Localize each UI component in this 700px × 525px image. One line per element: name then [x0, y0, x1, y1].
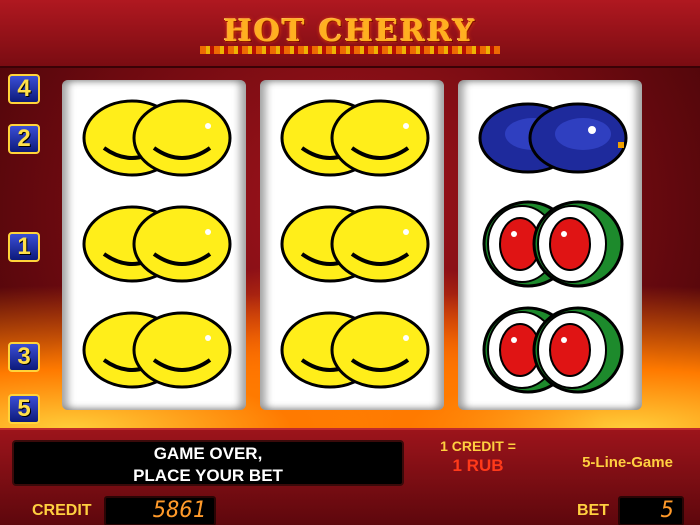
credit-rate: 1 CREDIT = 1 RUB: [418, 438, 538, 476]
message-display: GAME OVER, PLACE YOUR BET: [12, 440, 404, 486]
game-title: HOT CHERRY: [223, 14, 477, 49]
reel-2: [260, 80, 444, 410]
line-badge-3: 3: [8, 342, 40, 372]
bet-value[interactable]: 5: [618, 496, 684, 525]
line-badge-1: 1: [8, 232, 40, 262]
game-mode-label: 5-Line-Game: [582, 454, 673, 471]
line-badge-4: 4: [8, 74, 40, 104]
game-screen: HOT CHERRY 4 2 1 3 5 GAME OVER, PLACE YO…: [0, 0, 700, 525]
reel-3: [458, 80, 642, 410]
bet-label: BET: [577, 502, 609, 519]
top-banner: HOT CHERRY: [0, 0, 700, 68]
message-line-2: PLACE YOUR BET: [133, 466, 283, 485]
reel-2-symbol-2-lemon: [280, 205, 430, 283]
reel-area: [48, 70, 660, 420]
reel-1-symbol-1-lemon: [82, 99, 232, 177]
line-badge-2: 2: [8, 124, 40, 154]
reel-2-symbol-1-lemon: [280, 99, 430, 177]
reel-3-symbol-1-plum: [478, 102, 628, 174]
reel-3-symbol-3-watermelon: [482, 306, 624, 394]
reel-2-symbol-3-lemon: [280, 311, 430, 389]
reel-1-symbol-3-lemon: [82, 311, 232, 389]
logo-flame-decoration: [200, 46, 500, 54]
bottom-panel: GAME OVER, PLACE YOUR BET 1 CREDIT = 1 R…: [0, 428, 700, 525]
reel-1: [62, 80, 246, 410]
credit-rate-line-2: 1 RUB: [452, 456, 504, 475]
credit-value: 5861: [104, 496, 216, 525]
reel-1-symbol-2-lemon: [82, 205, 232, 283]
reel-3-symbol-2-watermelon: [482, 200, 624, 288]
line-badge-5: 5: [8, 394, 40, 424]
game-logo: HOT CHERRY: [200, 14, 500, 54]
message-line-1: GAME OVER,: [153, 444, 263, 463]
credit-label: CREDIT: [32, 502, 92, 519]
credit-rate-line-1: 1 CREDIT =: [440, 438, 516, 454]
